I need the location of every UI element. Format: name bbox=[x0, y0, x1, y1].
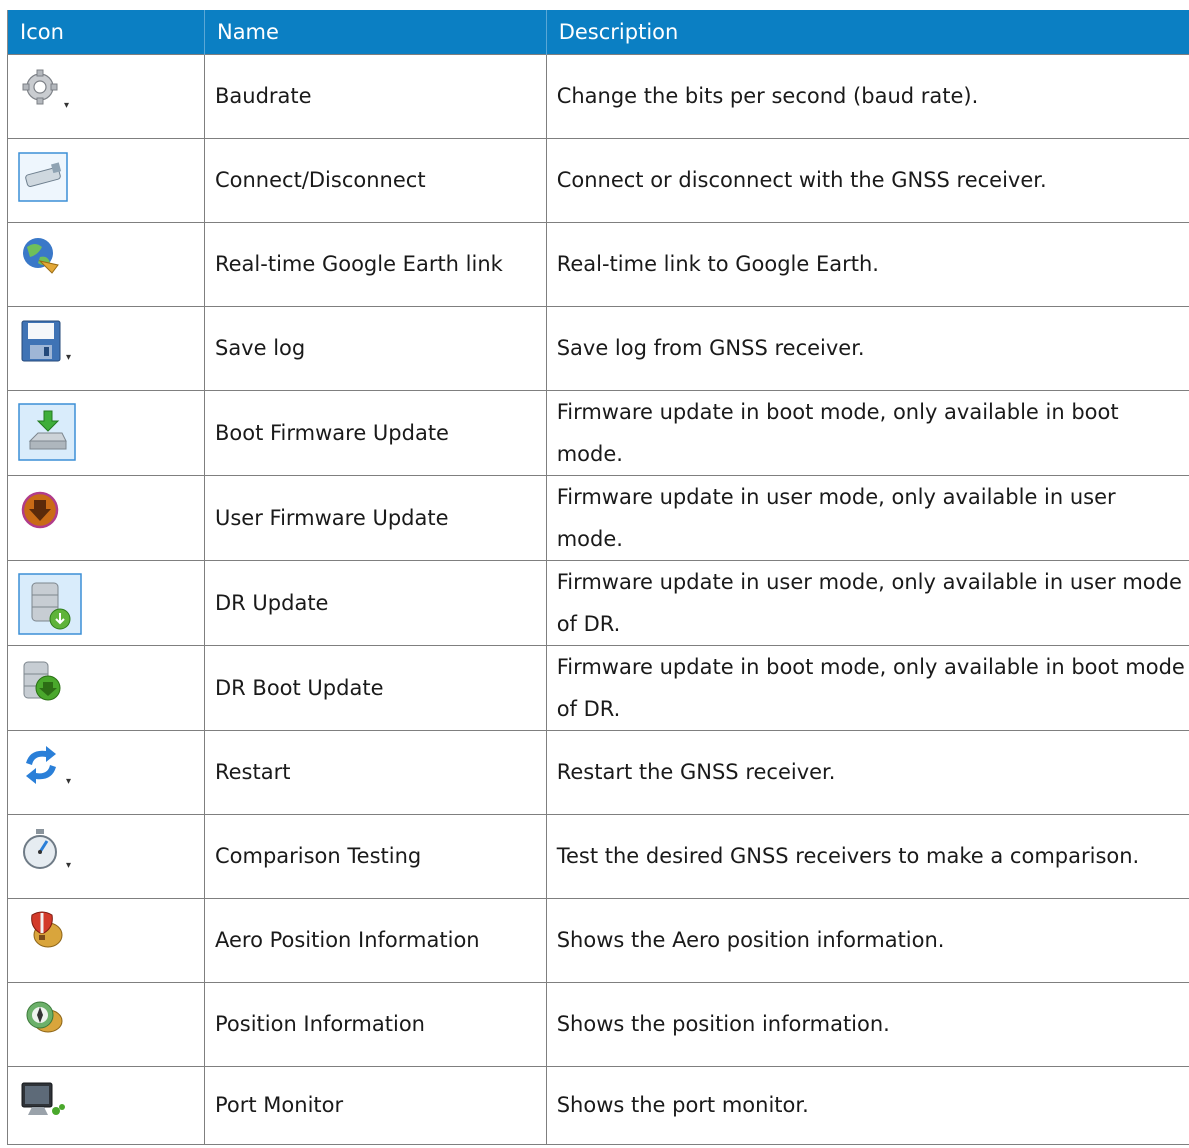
icon-cell bbox=[8, 138, 205, 222]
icon-cell: ▾ bbox=[8, 814, 205, 898]
table-row: ▾ Comparison Testing Test the desired GN… bbox=[8, 814, 1189, 898]
row-description: Real-time link to Google Earth. bbox=[546, 222, 1189, 306]
table-row: Aero Position Information Shows the Aero… bbox=[8, 898, 1189, 982]
icon-cell bbox=[8, 898, 205, 982]
refresh-arrows-icon: ▾ bbox=[18, 743, 70, 789]
row-name: Real-time Google Earth link bbox=[204, 222, 546, 306]
icon-cell bbox=[8, 645, 205, 730]
table-row: ▾ Restart Restart the GNSS receiver. bbox=[8, 730, 1189, 814]
table-row: DR Update Firmware update in user mode, … bbox=[8, 560, 1189, 645]
table-row: Position Information Shows the position … bbox=[8, 982, 1189, 1066]
floppy-disk-icon: ▾ bbox=[18, 319, 70, 365]
table-row: Port Monitor Shows the port monitor. bbox=[8, 1066, 1189, 1144]
icon-cell: ▾ bbox=[8, 54, 205, 138]
row-name: Comparison Testing bbox=[204, 814, 546, 898]
icon-cell bbox=[8, 390, 205, 475]
icon-cell bbox=[8, 475, 205, 560]
row-description: Change the bits per second (baud rate). bbox=[546, 54, 1189, 138]
compass-icon bbox=[18, 995, 70, 1041]
download-circle-icon bbox=[18, 488, 70, 534]
row-name: DR Boot Update bbox=[204, 645, 546, 730]
row-name: Port Monitor bbox=[204, 1066, 546, 1144]
gear-icon: ▾ bbox=[18, 67, 70, 113]
table-row: User Firmware Update Firmware update in … bbox=[8, 475, 1189, 560]
row-description: Connect or disconnect with the GNSS rece… bbox=[546, 138, 1189, 222]
header-icon: Icon bbox=[8, 10, 205, 54]
row-name: Save log bbox=[204, 306, 546, 390]
icon-cell bbox=[8, 560, 205, 645]
header-name: Name bbox=[204, 10, 546, 54]
row-description: Firmware update in user mode, only avail… bbox=[546, 560, 1189, 645]
row-description: Save log from GNSS receiver. bbox=[546, 306, 1189, 390]
row-name: DR Update bbox=[204, 560, 546, 645]
table-header-row: Icon Name Description bbox=[8, 10, 1189, 54]
row-name: User Firmware Update bbox=[204, 475, 546, 560]
table-row: DR Boot Update Firmware update in boot m… bbox=[8, 645, 1189, 730]
monitor-icon bbox=[18, 1079, 70, 1125]
row-name: Position Information bbox=[204, 982, 546, 1066]
globe-icon bbox=[18, 235, 70, 281]
table-row: ▾ Baudrate Change the bits per second (b… bbox=[8, 54, 1189, 138]
table-row: ▾ Save log Save log from GNSS receiver. bbox=[8, 306, 1189, 390]
row-description: Shows the position information. bbox=[546, 982, 1189, 1066]
row-description: Firmware update in boot mode, only avail… bbox=[546, 390, 1189, 475]
row-description: Test the desired GNSS receivers to make … bbox=[546, 814, 1189, 898]
toolbar-icons-table: Icon Name Description bbox=[7, 10, 1189, 1145]
usb-stick-icon bbox=[18, 151, 70, 197]
row-description: Firmware update in user mode, only avail… bbox=[546, 475, 1189, 560]
drive-download-icon bbox=[18, 403, 70, 449]
database-download-icon bbox=[18, 573, 70, 619]
icon-cell bbox=[8, 982, 205, 1066]
row-name: Connect/Disconnect bbox=[204, 138, 546, 222]
stopwatch-icon: ▾ bbox=[18, 827, 70, 873]
icon-cell bbox=[8, 1066, 205, 1144]
row-description: Restart the GNSS receiver. bbox=[546, 730, 1189, 814]
database-green-download-icon bbox=[18, 658, 70, 704]
table-row: Connect/Disconnect Connect or disconnect… bbox=[8, 138, 1189, 222]
table-row: Real-time Google Earth link Real-time li… bbox=[8, 222, 1189, 306]
row-name: Restart bbox=[204, 730, 546, 814]
header-description: Description bbox=[546, 10, 1189, 54]
icon-cell: ▾ bbox=[8, 306, 205, 390]
table-row: Boot Firmware Update Firmware update in … bbox=[8, 390, 1189, 475]
hot-air-balloon-icon bbox=[18, 911, 70, 957]
row-description: Shows the Aero position information. bbox=[546, 898, 1189, 982]
row-name: Boot Firmware Update bbox=[204, 390, 546, 475]
row-name: Aero Position Information bbox=[204, 898, 546, 982]
icon-cell: ▾ bbox=[8, 730, 205, 814]
row-name: Baudrate bbox=[204, 54, 546, 138]
row-description: Firmware update in boot mode, only avail… bbox=[546, 645, 1189, 730]
icon-cell bbox=[8, 222, 205, 306]
row-description: Shows the port monitor. bbox=[546, 1066, 1189, 1144]
